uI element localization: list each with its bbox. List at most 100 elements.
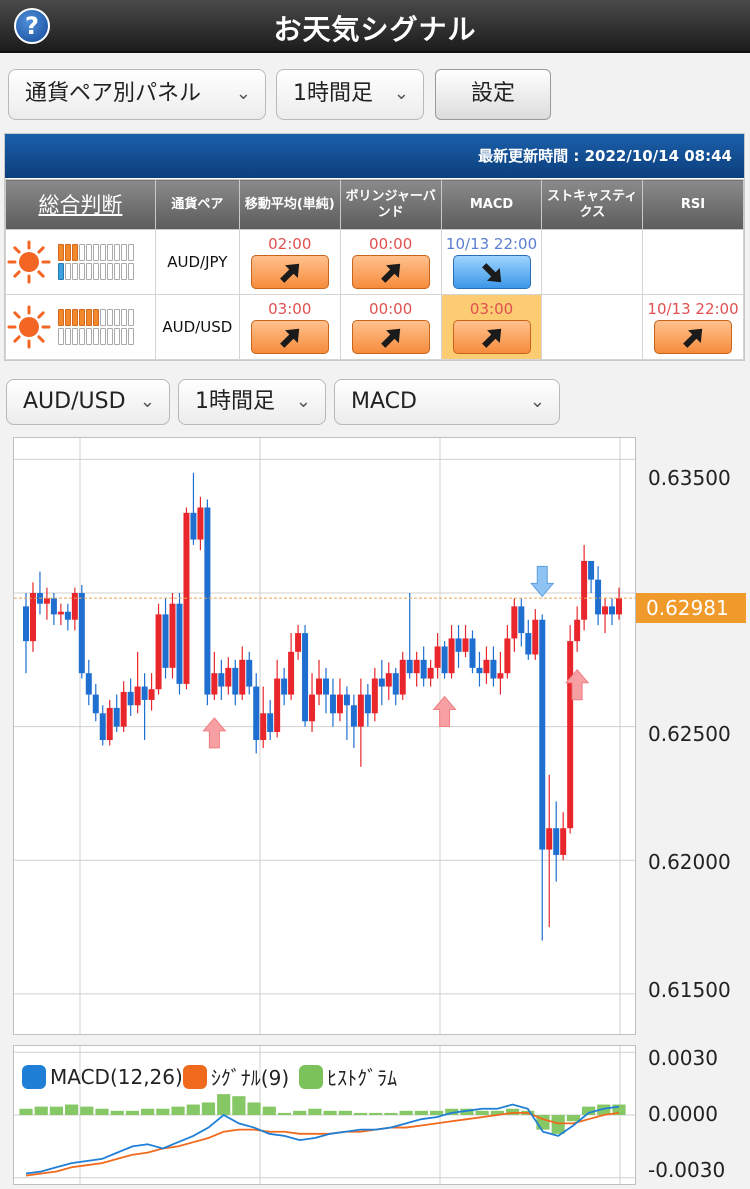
histogram-bar — [19, 1108, 33, 1115]
legend-swatch — [182, 1064, 207, 1089]
histogram-bar — [186, 1104, 200, 1115]
chevron-down-icon: ⌄ — [393, 83, 409, 104]
signal-button[interactable] — [250, 255, 329, 289]
meter-segment — [93, 263, 99, 280]
table-row[interactable]: AUD/USD 03:00 00:00 03:00 10/13 22:00 — [5, 294, 744, 360]
pair-cell: AUD/USD — [154, 294, 240, 360]
meter-segment — [114, 328, 120, 345]
buy-signal-arrow — [202, 717, 227, 749]
signal-button[interactable] — [452, 255, 531, 289]
candle-body — [413, 659, 420, 674]
candle-body — [295, 633, 302, 652]
histogram-bar — [34, 1106, 48, 1115]
meter-segment — [65, 244, 71, 261]
candle-body — [336, 694, 343, 714]
signal-table: 総合判断 通貨ペア 移動平均(単純) ボリンジャーバンド MACD ストキャステ… — [5, 179, 744, 360]
candle-body — [134, 686, 141, 706]
panel-select[interactable]: 通貨ペア別パネル ⌄ — [8, 69, 266, 120]
histogram-bar — [262, 1106, 276, 1115]
histogram-bar — [247, 1102, 261, 1115]
chart-pair-select[interactable]: AUD/USD ⌄ — [6, 379, 170, 425]
arrow-down-right-icon — [481, 263, 501, 283]
candle-body — [309, 694, 316, 722]
candle-body — [490, 659, 497, 679]
histogram-bar — [338, 1110, 352, 1115]
candle-body — [127, 691, 134, 706]
histogram-bar — [384, 1112, 398, 1115]
chart-timeframe-select[interactable]: 1時間足 ⌄ — [178, 379, 326, 425]
histogram-bar — [141, 1108, 155, 1115]
histogram-bar — [80, 1106, 94, 1115]
chart-indicator-value: MACD — [351, 389, 417, 414]
chart-indicator-select[interactable]: MACD ⌄ — [334, 379, 560, 425]
meter-segment — [114, 309, 120, 326]
y-tick-label: 0.61500 — [648, 978, 731, 1002]
candle-body — [225, 667, 232, 687]
candle-body — [71, 593, 78, 620]
candle-body — [246, 659, 253, 687]
histogram-bar — [399, 1110, 413, 1115]
candle-body — [43, 598, 50, 604]
col-header-rsi: RSI — [642, 179, 744, 230]
signal-time: 02:00 — [268, 235, 312, 253]
signal-meter — [58, 309, 134, 345]
col-header-sma: 移動平均(単純) — [238, 179, 341, 230]
candle-body — [99, 713, 106, 741]
timeframe-select[interactable]: 1時間足 ⌄ — [276, 69, 424, 120]
signal-time: 03:00 — [469, 300, 514, 318]
chevron-down-icon: ⌄ — [139, 391, 155, 412]
histogram-bar — [110, 1110, 124, 1115]
candle-body — [560, 828, 567, 855]
candle-body — [609, 606, 616, 615]
histogram-bar — [369, 1112, 383, 1115]
candle-body — [23, 606, 29, 642]
signal-cell: 03:00 — [238, 294, 341, 360]
col-header-bollinger: ボリンジャーバンド — [339, 179, 442, 230]
meter-segment — [114, 263, 120, 280]
signal-button[interactable] — [351, 255, 430, 289]
table-header-row: 総合判断 通貨ペア 移動平均(単純) ボリンジャーバンド MACD ストキャステ… — [5, 179, 744, 230]
signal-button[interactable] — [351, 320, 430, 354]
settings-button[interactable]: 設定 — [435, 69, 551, 120]
arrow-up-right-icon — [279, 328, 299, 348]
candle-body — [329, 694, 336, 714]
meter-segment — [79, 328, 85, 345]
candle-body — [197, 507, 204, 540]
candle-body — [176, 603, 183, 684]
histogram-bar — [95, 1108, 109, 1115]
meter-segment — [121, 328, 127, 345]
candle-body — [378, 678, 385, 687]
meter-segment — [107, 309, 113, 326]
candle-body — [532, 619, 539, 655]
candle-body — [64, 611, 71, 620]
signal-button[interactable] — [654, 320, 733, 354]
signal-cell: 00:00 — [339, 229, 442, 295]
signal-button[interactable] — [452, 320, 531, 354]
candle-body — [78, 593, 85, 674]
candle-body — [455, 638, 462, 652]
candle-body — [322, 678, 329, 695]
candle-body — [120, 691, 127, 727]
signal-time: 10/13 22:00 — [445, 235, 538, 253]
meter-segment — [72, 328, 78, 345]
histogram-bar — [293, 1110, 307, 1115]
table-row[interactable]: AUD/JPY 02:00 00:00 10/13 22:00 — [5, 229, 744, 295]
meter-segment — [58, 244, 64, 261]
signal-time: 10/13 22:00 — [647, 300, 739, 318]
signal-panel: 最新更新時間 : 2022/10/14 08:44 総合判断 通貨ペア 移動平均… — [4, 133, 745, 361]
signal-line — [25, 1112, 620, 1177]
candle-body — [232, 667, 239, 695]
histogram-bar — [551, 1115, 565, 1134]
meter-segment — [128, 328, 134, 345]
signal-button[interactable] — [250, 320, 329, 354]
candle-body — [546, 828, 553, 850]
candle-body — [462, 638, 469, 652]
price-chart[interactable] — [13, 437, 636, 1035]
meter-segment — [93, 244, 99, 261]
candle-body — [371, 678, 378, 714]
y-tick-label: 0.62000 — [648, 850, 731, 874]
signal-cell: 03:00 — [440, 294, 543, 360]
meter-segment — [100, 328, 106, 345]
overall-judgement-cell — [5, 229, 156, 295]
arrow-up-right-icon — [683, 328, 703, 348]
